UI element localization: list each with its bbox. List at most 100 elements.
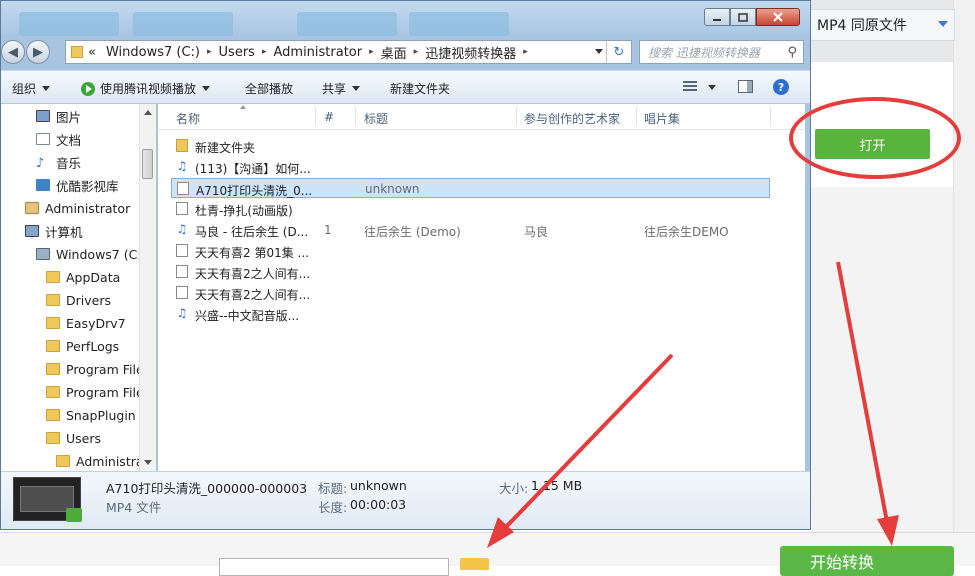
breadcrumb-drive[interactable]: Windows7 (C:) [106, 45, 200, 60]
play-icon [81, 82, 95, 96]
breadcrumb-desktop[interactable]: 桌面 [381, 43, 407, 62]
folder-icon [46, 409, 60, 421]
column-divider[interactable] [770, 107, 771, 126]
details-length-value: 00:00:03 [350, 497, 407, 512]
nav-scrollbar-thumb[interactable] [142, 149, 153, 179]
nav-item-label: 文档 [56, 132, 82, 148]
back-button[interactable]: ◀ [1, 40, 25, 64]
organize-menu[interactable]: 组织 [12, 80, 51, 97]
output-path-field[interactable] [219, 558, 449, 576]
file-name: 马良 - 往后余生 (D... [195, 225, 309, 239]
column-divider[interactable] [516, 107, 517, 126]
start-convert-button[interactable]: 开始转换 [780, 546, 954, 576]
maximize-button[interactable] [730, 8, 756, 26]
search-icon[interactable]: ⚲ [787, 45, 797, 60]
nav-item-pictures[interactable]: 图片 [36, 106, 81, 126]
converter-scrollbar[interactable] [953, 0, 975, 565]
breadcrumb-current-folder[interactable]: 迅捷视频转换器 [425, 43, 516, 62]
breadcrumb-users[interactable]: Users [219, 45, 255, 60]
file-name: 天天有喜2之人间有... [195, 288, 310, 302]
nav-item-video-library[interactable]: 优酷影视库 [36, 175, 119, 195]
details-pane: A710打印头清洗_000000-000003 MP4 文件 标题: unkno… [1, 471, 810, 529]
nav-item-administrator[interactable]: Administrator [25, 198, 130, 218]
minimize-button[interactable] [704, 8, 730, 26]
play-all-button[interactable]: 全部播放 [245, 80, 293, 97]
file-row[interactable]: 天天有喜2 第01集 ... [171, 241, 770, 261]
nav-item-appdata[interactable]: AppData [46, 267, 120, 287]
nav-item-users[interactable]: Users [46, 428, 101, 448]
browse-folder-icon[interactable] [460, 558, 489, 570]
details-length-label: 长度: [318, 500, 348, 515]
nav-item-drivers[interactable]: Drivers [46, 290, 111, 310]
file-row[interactable]: ♫ (113)【沟通】如何... [171, 157, 770, 177]
details-title-label: 标题: [318, 481, 348, 496]
help-icon[interactable]: ? [773, 79, 789, 95]
breadcrumb-separator[interactable]: ▸ [207, 47, 212, 57]
breadcrumb-separator[interactable]: ▸ [414, 47, 419, 57]
nav-item-perflogs[interactable]: PerfLogs [46, 336, 119, 356]
play-with-menu[interactable]: 使用腾讯视频播放 [81, 80, 211, 97]
nav-item-computer[interactable]: 计算机 [25, 221, 83, 241]
file-row[interactable]: 天天有喜2之人间有... [171, 283, 770, 303]
column-divider[interactable] [636, 107, 637, 126]
blurred-tab [133, 12, 233, 36]
nav-item-program-files-x86[interactable]: Program Files [46, 382, 150, 402]
forward-button[interactable]: ▶ [26, 40, 50, 64]
column-divider[interactable] [315, 107, 316, 126]
details-title-value: unknown [350, 478, 407, 493]
file-row[interactable]: A710打印头清洗_0... unknown [171, 178, 770, 198]
chevron-down-icon [938, 21, 948, 27]
address-history-dropdown-icon[interactable] [595, 49, 603, 54]
close-button[interactable] [756, 8, 800, 26]
column-divider[interactable] [355, 107, 356, 126]
nav-item-music[interactable]: ♪ 音乐 [36, 152, 81, 172]
chevron-down-icon[interactable] [708, 85, 716, 90]
folder-icon [56, 455, 70, 467]
file-row[interactable]: 杜青-挣扎(动画版) [171, 199, 770, 219]
address-bar[interactable]: « Windows7 (C:) ▸ Users ▸ Administrator … [65, 40, 632, 64]
video-thumbnail [13, 477, 82, 522]
dialog-toolbar: 组织 使用腾讯视频播放 全部播放 共享 新建文件夹 ? [1, 70, 810, 104]
column-header-number[interactable]: # [324, 110, 334, 124]
organize-label: 组织 [12, 82, 37, 96]
nav-item-program-files[interactable]: Program Files [46, 359, 150, 379]
chevron-down-icon [352, 86, 361, 91]
breadcrumb-administrator[interactable]: Administrator [273, 45, 362, 60]
file-row[interactable]: 新建文件夹 [171, 136, 770, 156]
breadcrumb-separator[interactable]: ▸ [262, 47, 267, 57]
refresh-button[interactable]: ↻ [606, 41, 631, 63]
breadcrumb-separator[interactable]: ▸ [523, 47, 528, 57]
scroll-down-icon[interactable] [144, 460, 152, 465]
nav-item-users-administrator[interactable]: Administra [56, 451, 144, 471]
nav-item-documents[interactable]: 文档 [36, 129, 81, 149]
file-name: 天天有喜2 第01集 ... [195, 246, 309, 260]
share-menu[interactable]: 共享 [322, 80, 361, 97]
nav-item-label: Drivers [66, 292, 111, 308]
breadcrumb-overflow[interactable]: « [88, 45, 96, 60]
search-input[interactable]: 搜索 迅捷视频转换器 ⚲ [639, 40, 804, 64]
output-format-select[interactable]: MP4 同原文件 [810, 9, 955, 41]
nav-item-snapplugin[interactable]: SnapPlugin [46, 405, 136, 425]
nav-item-easydrv7[interactable]: EasyDrv7 [46, 313, 126, 333]
new-folder-button[interactable]: 新建文件夹 [390, 80, 450, 97]
nav-item-drive-c[interactable]: Windows7 (C:) [36, 244, 146, 264]
file-row[interactable]: 天天有喜2之人间有... [171, 262, 770, 282]
address-row: ◀ ▶ « Windows7 (C:) ▸ Users ▸ Administra… [1, 35, 810, 69]
column-header-title[interactable]: 标题 [364, 110, 388, 127]
column-header-name[interactable]: 名称 [176, 110, 200, 127]
nav-item-label: Program Files [66, 361, 151, 377]
preview-pane-icon[interactable] [738, 80, 753, 93]
file-row[interactable]: ♫ 兴盛--中文配音版... [171, 304, 770, 324]
annotation-highlight-oval [789, 97, 961, 179]
nav-item-label: 图片 [56, 109, 82, 125]
view-options-icon[interactable] [683, 81, 697, 93]
play-with-label: 使用腾讯视频播放 [100, 82, 197, 96]
file-row[interactable]: ♫ 马良 - 往后余生 (D... 1 往后余生 (Demo) 马良 往后余生DEMO [171, 220, 770, 240]
file-name: 天天有喜2之人间有... [195, 267, 310, 281]
file-title: unknown [365, 182, 420, 196]
column-header-album[interactable]: 唱片集 [644, 110, 680, 127]
breadcrumb-separator[interactable]: ▸ [369, 47, 374, 57]
scroll-up-icon[interactable] [144, 110, 152, 115]
column-header-artist[interactable]: 参与创作的艺术家 [524, 110, 620, 127]
nav-item-label: 音乐 [56, 155, 82, 171]
